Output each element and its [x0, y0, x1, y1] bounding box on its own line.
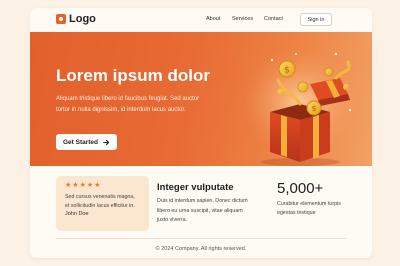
feature-title: Integer vulputate: [157, 182, 234, 193]
testimonial-author: John Doe: [65, 211, 89, 217]
logo-text: Logo: [69, 13, 96, 25]
feature-text: Duis id interdum sapien, Donec dictum li…: [157, 198, 248, 223]
footer-divider: [56, 238, 346, 239]
rating-stars: ★ ★ ★ ★ ★: [65, 182, 140, 190]
page-frame: Logo About Services Contact Sign in Lore…: [30, 8, 372, 258]
stat-value: 5,000+: [277, 180, 324, 197]
star-icon: ★: [94, 182, 101, 189]
star-icon: ★: [79, 182, 86, 189]
svg-text:$: $: [284, 66, 290, 76]
hero-banner: Lorem ipsum dolor Aliquam tristique libe…: [30, 32, 372, 166]
hero-description: Aliquam tristique libero id faucibus feu…: [56, 96, 200, 113]
star-icon: ★: [86, 182, 94, 189]
nav-contact[interactable]: Contact: [264, 16, 283, 22]
nav-services[interactable]: Services: [232, 16, 253, 22]
get-started-label: Get Started: [62, 138, 99, 146]
testimonial-card: ★ ★ ★ ★ ★ Sed cursus venenatis magna, et…: [56, 176, 149, 231]
header: Logo About Services Contact Sign in: [30, 8, 372, 32]
testimonial-quote: Sed cursus venenatis magna, et sollicitu…: [65, 194, 135, 209]
sign-in-button[interactable]: Sign in: [300, 13, 332, 26]
star-icon: ★: [65, 182, 72, 189]
stat-text: Curabitur elementum turpis egestas trist…: [277, 201, 341, 216]
logo[interactable]: Logo: [56, 13, 96, 25]
hero-title: Lorem ipsum dolor: [56, 66, 210, 85]
star-icon: ★: [72, 182, 79, 189]
arrow-right-icon: [103, 139, 110, 145]
footer-copyright: © 2024 Company. All rights reserved.: [155, 246, 247, 252]
svg-text:$: $: [311, 104, 316, 113]
gift-box-illustration: $ $: [242, 48, 358, 166]
nav-about[interactable]: About: [206, 16, 220, 22]
get-started-button[interactable]: Get Started: [56, 134, 117, 150]
logo-icon: [56, 14, 66, 24]
